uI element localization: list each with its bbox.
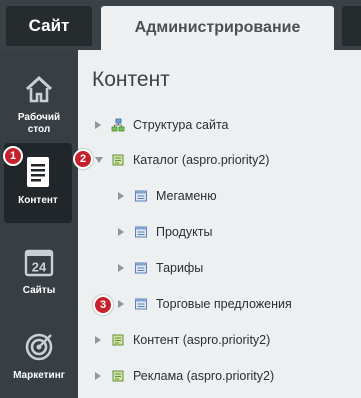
sidebar-item-desktop[interactable]: Рабочий стол bbox=[0, 60, 78, 140]
tree-item-label: Продукты bbox=[156, 225, 213, 239]
site-structure-icon bbox=[111, 118, 125, 132]
tree-item-products[interactable]: Продукты bbox=[118, 222, 212, 242]
tree-item-megamenu[interactable]: Мегаменю bbox=[118, 186, 217, 206]
expand-arrow-icon[interactable] bbox=[118, 300, 124, 308]
expand-arrow-icon[interactable] bbox=[118, 192, 124, 200]
tree-item-tariffs[interactable]: Тарифы bbox=[118, 258, 203, 278]
annotation-badge-3: 3 bbox=[93, 295, 113, 315]
iblock-icon bbox=[135, 226, 147, 238]
calendar-24-icon: 24 bbox=[22, 245, 56, 279]
content-panel: Контент Структура сайта Каталог (aspro.p… bbox=[78, 50, 361, 398]
left-sidebar: Рабочий стол Контент 24 Сайты Маркетинг bbox=[0, 50, 78, 398]
tab-overflow[interactable] bbox=[342, 6, 361, 46]
top-tab-bar: Сайт Администрирование bbox=[0, 0, 361, 50]
tree-item-label: Тарифы bbox=[156, 261, 204, 275]
document-icon bbox=[21, 155, 55, 189]
collapse-arrow-icon[interactable] bbox=[95, 157, 103, 163]
tab-site[interactable]: Сайт bbox=[6, 6, 92, 46]
page-title: Контент bbox=[92, 68, 170, 91]
svg-text:24: 24 bbox=[32, 260, 47, 275]
annotation-badge-1: 1 bbox=[3, 146, 23, 166]
expand-arrow-icon[interactable] bbox=[95, 336, 101, 344]
expand-arrow-icon[interactable] bbox=[118, 264, 124, 272]
tree-item-label: Структура сайта bbox=[133, 118, 229, 132]
tree-item-label: Каталог (aspro.priority2) bbox=[133, 153, 270, 167]
tab-administration[interactable]: Администрирование bbox=[101, 6, 334, 50]
tree-item-label: Контент (aspro.priority2) bbox=[133, 333, 271, 347]
home-icon bbox=[22, 72, 56, 106]
tree-item-ads-aspro[interactable]: Реклама (aspro.priority2) bbox=[95, 366, 274, 386]
iblock-type-icon bbox=[112, 370, 124, 382]
expand-arrow-icon[interactable] bbox=[95, 121, 101, 129]
iblock-icon bbox=[135, 262, 147, 274]
expand-arrow-icon[interactable] bbox=[118, 228, 124, 236]
sidebar-item-label: Контент bbox=[18, 195, 58, 206]
sidebar-item-label: Маркетинг bbox=[13, 370, 65, 381]
iblock-icon bbox=[135, 190, 147, 202]
iblock-type-icon bbox=[112, 154, 124, 166]
tree-item-label: Реклама (aspro.priority2) bbox=[133, 369, 275, 383]
tree-item-site-structure[interactable]: Структура сайта bbox=[95, 115, 229, 135]
target-icon bbox=[22, 330, 56, 364]
tree-item-label: Торговые предложения bbox=[156, 297, 292, 311]
tree-item-trade-offers[interactable]: Торговые предложения bbox=[118, 294, 292, 314]
tree-item-content-aspro[interactable]: Контент (aspro.priority2) bbox=[95, 330, 270, 350]
iblock-type-icon bbox=[112, 334, 124, 346]
tree-item-label: Мегаменю bbox=[156, 189, 217, 203]
sidebar-item-marketing[interactable]: Маркетинг bbox=[0, 318, 78, 398]
tree-item-catalog[interactable]: Каталог (aspro.priority2) bbox=[95, 150, 269, 170]
expand-arrow-icon[interactable] bbox=[95, 372, 101, 380]
iblock-icon bbox=[135, 298, 147, 310]
sidebar-item-label: Рабочий стол bbox=[17, 112, 61, 135]
sidebar-item-sites[interactable]: 24 Сайты bbox=[0, 233, 78, 313]
annotation-badge-2: 2 bbox=[73, 149, 93, 169]
sidebar-item-label: Сайты bbox=[22, 285, 56, 296]
